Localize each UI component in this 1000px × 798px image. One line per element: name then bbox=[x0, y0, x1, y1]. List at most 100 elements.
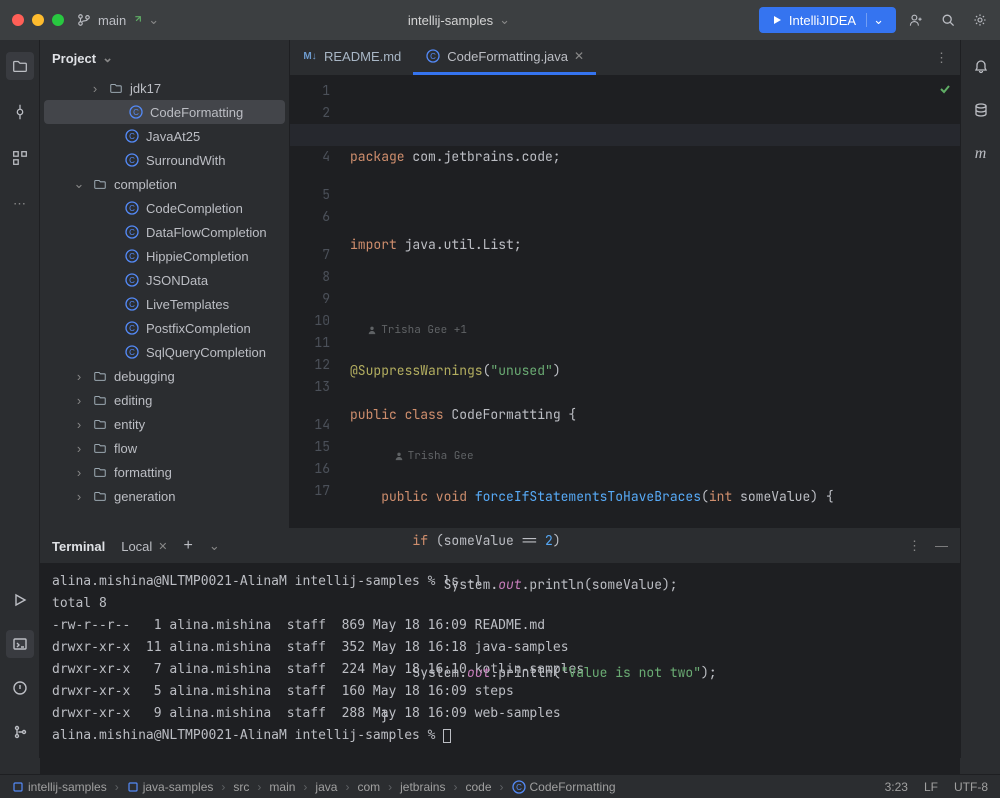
structure-tool-button[interactable] bbox=[6, 144, 34, 172]
terminal-tab-label: Local bbox=[121, 539, 152, 554]
run-tool-button[interactable] bbox=[6, 586, 34, 614]
breadcrumb-item[interactable]: java-samples bbox=[127, 780, 214, 794]
breadcrumb-item[interactable]: code bbox=[465, 780, 491, 794]
terminal-tool-button[interactable] bbox=[6, 630, 34, 658]
close-tab-icon[interactable]: ✕ bbox=[158, 540, 167, 553]
folder-icon bbox=[92, 464, 108, 480]
search-icon[interactable] bbox=[940, 12, 956, 28]
tree-item-jsondata[interactable]: CJSONData bbox=[40, 268, 289, 292]
commit-tool-button[interactable] bbox=[6, 98, 34, 126]
close-tab-icon[interactable]: ✕ bbox=[574, 49, 584, 63]
chevron-down-icon: ⌄ bbox=[72, 176, 86, 192]
code-content[interactable]: package com.jetbrains.code; import java.… bbox=[340, 76, 960, 758]
tree-item-label: HippieCompletion bbox=[146, 249, 249, 264]
database-tool-button[interactable] bbox=[967, 96, 995, 124]
chevron-down-icon: ⌄ bbox=[148, 12, 159, 28]
tree-item-label: flow bbox=[114, 441, 137, 456]
tree-item-surroundwith[interactable]: CSurroundWith bbox=[40, 148, 289, 172]
class-icon: C bbox=[128, 104, 144, 120]
tab-codeformatting[interactable]: C CodeFormatting.java ✕ bbox=[413, 40, 596, 75]
tree-item-label: completion bbox=[114, 177, 177, 192]
statusbar: intellij-samples›java-samples›src›main›j… bbox=[0, 774, 1000, 798]
tree-item-label: debugging bbox=[114, 369, 175, 384]
right-tool-strip: m bbox=[960, 40, 1000, 758]
author-inlay[interactable]: Trisha Gee bbox=[408, 445, 474, 467]
class-icon: C bbox=[124, 272, 140, 288]
tabs-more-icon[interactable]: ⋮ bbox=[923, 40, 960, 75]
code-with-me-icon[interactable] bbox=[908, 12, 924, 28]
window-controls bbox=[12, 14, 64, 26]
branch-name: main bbox=[98, 13, 126, 28]
tree-item-postfixcompletion[interactable]: CPostfixCompletion bbox=[40, 316, 289, 340]
notifications-tool-button[interactable] bbox=[967, 52, 995, 80]
tree-item-jdk17[interactable]: ›jdk17 bbox=[40, 76, 289, 100]
chevron-down-icon: ⌄ bbox=[499, 12, 510, 28]
breadcrumb-item[interactable]: com bbox=[357, 780, 380, 794]
run-configuration-button[interactable]: IntelliJIDEA ⌄ bbox=[759, 7, 896, 33]
maximize-window-icon[interactable] bbox=[52, 14, 64, 26]
svg-text:C: C bbox=[430, 52, 436, 61]
author-inlay[interactable]: Trisha Gee +1 bbox=[381, 319, 467, 341]
project-tool-button[interactable] bbox=[6, 52, 34, 80]
tab-label: CodeFormatting.java bbox=[447, 49, 568, 64]
breadcrumb-item[interactable]: java bbox=[315, 780, 337, 794]
tree-item-label: JavaAt25 bbox=[146, 129, 200, 144]
tree-item-completion[interactable]: ⌄ completion bbox=[40, 172, 289, 196]
file-encoding[interactable]: UTF-8 bbox=[954, 780, 988, 794]
sidebar-header[interactable]: Project ⌄ bbox=[40, 40, 289, 76]
vcs-branch-widget[interactable]: main ⌄ bbox=[76, 12, 159, 28]
editor-tabs: M↓ README.md C CodeFormatting.java ✕ ⋮ bbox=[290, 40, 960, 76]
line-separator[interactable]: LF bbox=[924, 780, 938, 794]
folder-icon bbox=[92, 176, 108, 192]
tree-item-javaat25[interactable]: CJavaAt25 bbox=[40, 124, 289, 148]
code-editor[interactable]: 1234567891011121314151617 package com.je… bbox=[290, 76, 960, 758]
tree-item-flow[interactable]: ›flow bbox=[40, 436, 289, 460]
tree-item-label: SqlQueryCompletion bbox=[146, 345, 266, 360]
tree-item-formatting[interactable]: ›formatting bbox=[40, 460, 289, 484]
tree-item-debugging[interactable]: ›debugging bbox=[40, 364, 289, 388]
svg-text:C: C bbox=[129, 324, 135, 333]
problems-tool-button[interactable] bbox=[6, 674, 34, 702]
tree-item-generation[interactable]: ›generation bbox=[40, 484, 289, 508]
tree-item-editing[interactable]: ›editing bbox=[40, 388, 289, 412]
minimize-window-icon[interactable] bbox=[32, 14, 44, 26]
editor-pane: M↓ README.md C CodeFormatting.java ✕ ⋮ 1… bbox=[290, 40, 960, 758]
breadcrumb-item[interactable]: src bbox=[233, 780, 249, 794]
breadcrumb-item[interactable]: CCodeFormatting bbox=[512, 780, 616, 794]
folder-icon bbox=[108, 80, 124, 96]
class-icon: C bbox=[124, 248, 140, 264]
project-title[interactable]: intellij-samples ⌄ bbox=[171, 12, 747, 28]
tree-item-codeformatting[interactable]: CCodeFormatting bbox=[44, 100, 285, 124]
tree-item-entity[interactable]: ›entity bbox=[40, 412, 289, 436]
tree-item-codecompletion[interactable]: CCodeCompletion bbox=[40, 196, 289, 220]
folder-icon bbox=[92, 392, 108, 408]
settings-icon[interactable] bbox=[972, 12, 988, 28]
svg-text:C: C bbox=[129, 348, 135, 357]
tree-item-sqlquerycompletion[interactable]: C SqlQueryCompletion bbox=[40, 340, 289, 364]
vcs-tool-button[interactable] bbox=[6, 718, 34, 746]
svg-text:C: C bbox=[516, 783, 522, 792]
breadcrumb-item[interactable]: intellij-samples bbox=[12, 780, 107, 794]
class-icon: C bbox=[425, 48, 441, 64]
terminal-tab[interactable]: Local ✕ bbox=[121, 539, 167, 554]
breadcrumbs[interactable]: intellij-samples›java-samples›src›main›j… bbox=[12, 780, 616, 794]
cursor-position[interactable]: 3:23 bbox=[885, 780, 908, 794]
inspections-ok-icon[interactable] bbox=[938, 82, 952, 96]
terminal-title[interactable]: Terminal bbox=[52, 539, 105, 554]
tree-item-hippiecompletion[interactable]: C HippieCompletion bbox=[40, 244, 289, 268]
maven-tool-button[interactable]: m bbox=[967, 140, 995, 168]
svg-text:C: C bbox=[129, 300, 135, 309]
tree-item-dataflowcompletion[interactable]: CDataFlowCompletion bbox=[40, 220, 289, 244]
svg-text:C: C bbox=[129, 156, 135, 165]
chevron-down-icon[interactable]: ⌄ bbox=[209, 538, 220, 554]
new-terminal-icon[interactable]: + bbox=[184, 537, 193, 555]
tree-item-livetemplates[interactable]: CLiveTemplates bbox=[40, 292, 289, 316]
more-tool-button[interactable]: ⋯ bbox=[6, 190, 34, 218]
breadcrumb-item[interactable]: jetbrains bbox=[400, 780, 445, 794]
tree-item-label: formatting bbox=[114, 465, 172, 480]
tab-readme[interactable]: M↓ README.md bbox=[290, 40, 413, 75]
close-window-icon[interactable] bbox=[12, 14, 24, 26]
breadcrumb-item[interactable]: main bbox=[269, 780, 295, 794]
chevron-right-icon: › bbox=[72, 393, 86, 408]
tree-item-label: jdk17 bbox=[130, 81, 161, 96]
